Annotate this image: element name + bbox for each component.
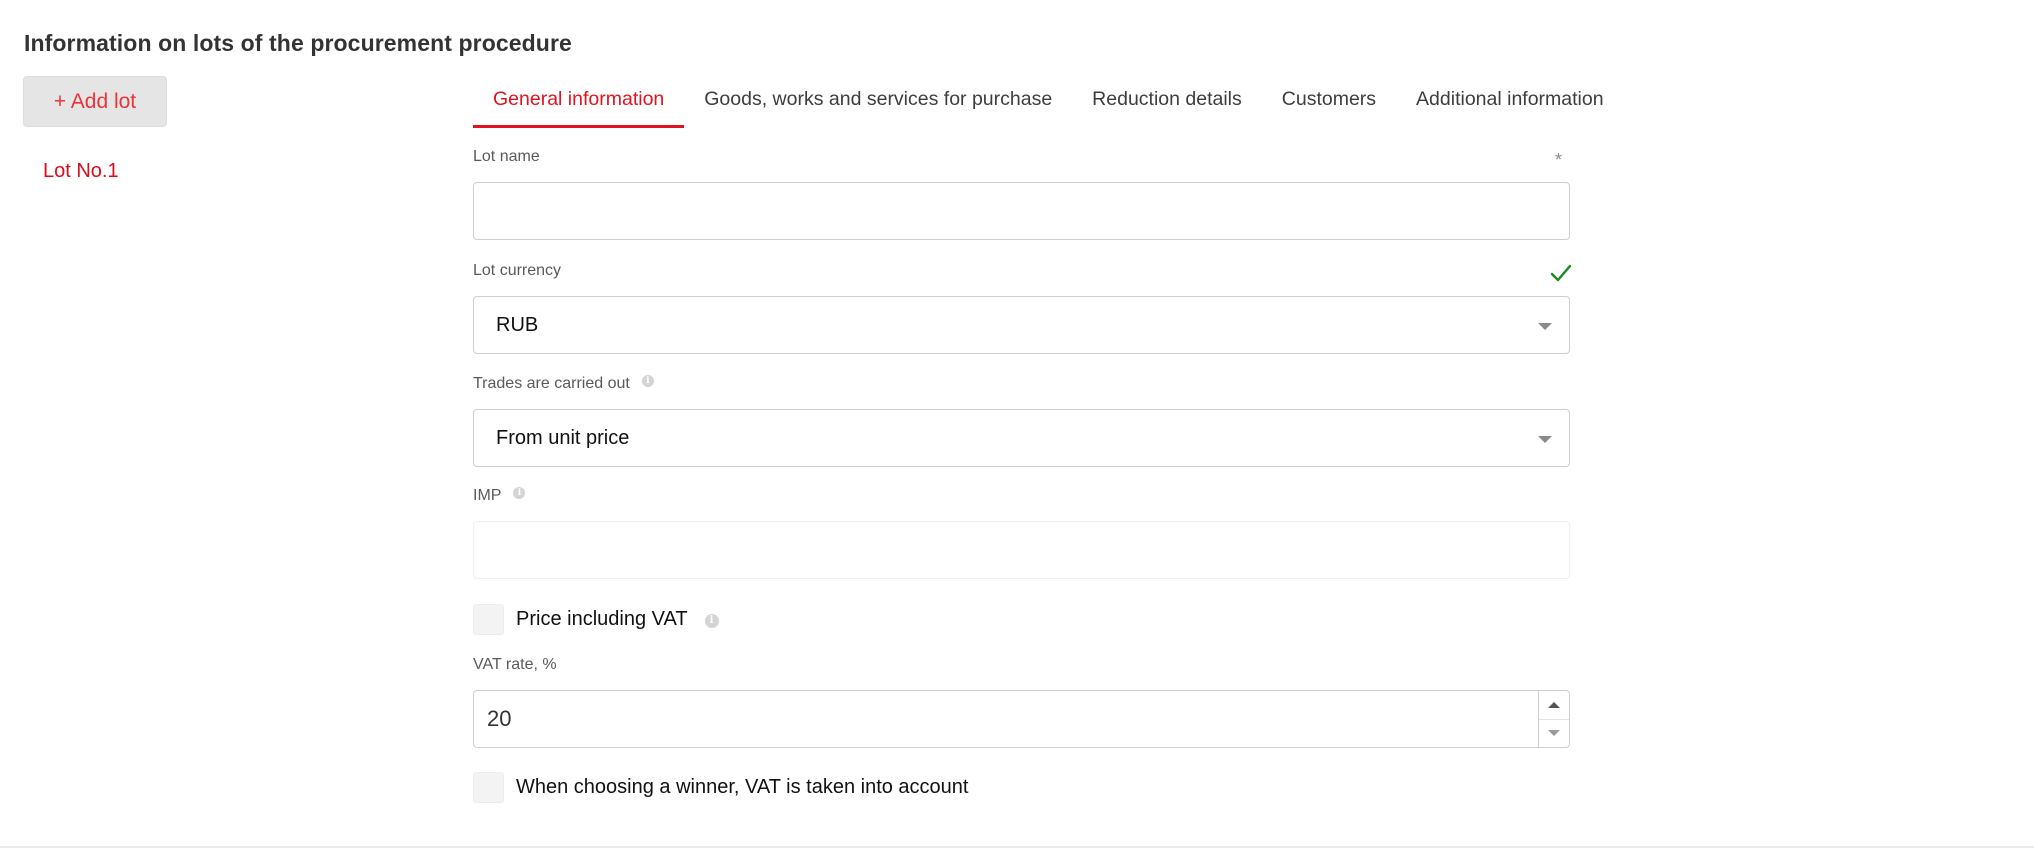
page-title: Information on lots of the procurement p… xyxy=(24,30,572,56)
lot-tabs: General information Goods, works and ser… xyxy=(473,78,1624,128)
imp-label: IMP i xyxy=(473,487,526,505)
tab-customers[interactable]: Customers xyxy=(1262,78,1396,128)
lot-currency-value: RUB xyxy=(496,313,539,336)
vat-rate-stepper[interactable]: 20 xyxy=(473,690,1570,748)
lot-currency-label: Lot currency xyxy=(473,262,561,280)
checkmark-icon xyxy=(1550,264,1572,282)
info-icon[interactable]: i xyxy=(641,375,654,387)
vat-rate-label-text: VAT rate, % xyxy=(473,656,557,673)
lot-list-item[interactable]: Lot No.1 xyxy=(43,160,119,183)
vat-rate-label: VAT rate, % xyxy=(473,656,557,674)
imp-input[interactable] xyxy=(474,522,1569,578)
chevron-down-icon xyxy=(1538,323,1552,330)
imp-field[interactable] xyxy=(473,521,1570,579)
imp-label-text: IMP xyxy=(473,487,502,504)
info-icon[interactable]: i xyxy=(513,487,526,499)
lot-name-label: Lot name xyxy=(473,148,540,166)
trades-label-text: Trades are carried out xyxy=(473,375,630,392)
arrow-down-icon xyxy=(1548,730,1560,737)
lot-name-label-text: Lot name xyxy=(473,148,540,165)
tab-additional-information[interactable]: Additional information xyxy=(1396,78,1624,128)
add-lot-button[interactable]: + Add lot xyxy=(23,76,167,127)
vat-rate-value[interactable]: 20 xyxy=(474,691,1538,747)
tab-goods-works-services[interactable]: Goods, works and services for purchase xyxy=(684,78,1072,128)
increment-button[interactable] xyxy=(1539,691,1569,720)
tab-general-information[interactable]: General information xyxy=(473,78,685,128)
price-including-vat-checkbox[interactable] xyxy=(473,604,504,635)
arrow-up-icon xyxy=(1548,701,1560,708)
winner-vat-row: When choosing a winner, VAT is taken int… xyxy=(473,772,968,803)
winner-vat-checkbox[interactable] xyxy=(473,772,504,803)
info-icon[interactable]: i xyxy=(704,613,719,628)
chevron-down-icon xyxy=(1538,436,1552,443)
decrement-button[interactable] xyxy=(1539,720,1569,748)
winner-vat-label: When choosing a winner, VAT is taken int… xyxy=(516,776,969,798)
lot-currency-select[interactable]: RUB xyxy=(473,296,1570,354)
required-asterisk: * xyxy=(1555,150,1563,170)
price-including-vat-row: Price including VAT i xyxy=(473,604,719,635)
trades-value: From unit price xyxy=(496,426,630,449)
lot-name-input[interactable] xyxy=(474,183,1569,239)
price-including-vat-label: Price including VAT xyxy=(516,608,688,630)
tab-reduction-details[interactable]: Reduction details xyxy=(1072,78,1262,128)
trades-select[interactable]: From unit price xyxy=(473,409,1570,467)
lot-name-field[interactable] xyxy=(473,182,1570,240)
vat-rate-spinner xyxy=(1538,691,1569,747)
lot-currency-label-text: Lot currency xyxy=(473,262,562,279)
trades-label: Trades are carried out i xyxy=(473,375,654,393)
